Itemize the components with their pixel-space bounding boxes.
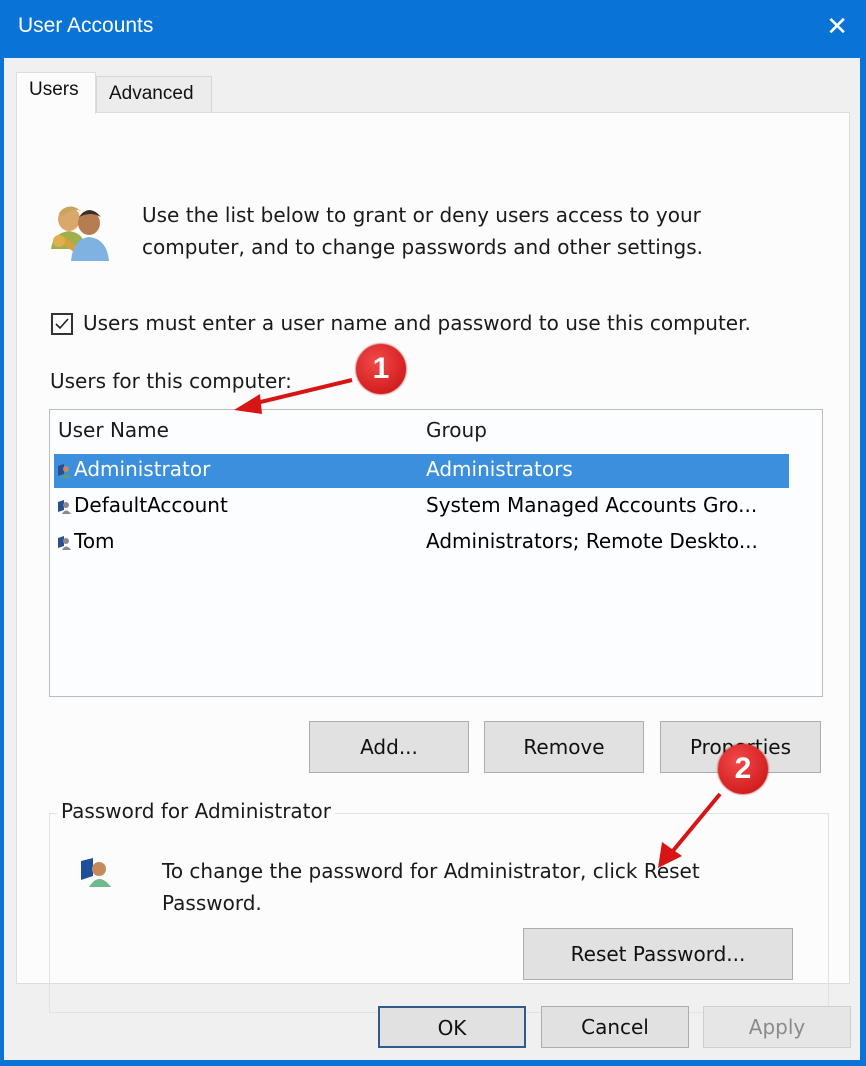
users-listview[interactable]: User Name Group Administrator Administra… xyxy=(49,409,823,697)
user-name: Tom xyxy=(74,529,115,553)
cancel-button[interactable]: Cancel xyxy=(541,1006,689,1048)
tab-advanced[interactable]: Advanced xyxy=(96,76,212,112)
title-bar[interactable]: User Accounts ✕ xyxy=(0,0,866,58)
user-accounts-window: User Accounts ✕ Users Advanced Use the l… xyxy=(0,0,866,1066)
users-key-icon xyxy=(51,206,109,261)
reset-password-button[interactable]: Reset Password... xyxy=(523,928,793,980)
dialog-client-area: Users Advanced Use the list below to gra… xyxy=(4,58,860,1060)
annotation-badge-2: 2 xyxy=(718,744,768,794)
table-row[interactable]: Administrator Administrators xyxy=(54,454,789,488)
user-name: Administrator xyxy=(74,457,211,481)
apply-button[interactable]: Apply xyxy=(703,1006,851,1048)
table-row[interactable]: Tom Administrators; Remote Deskto... xyxy=(54,526,789,560)
require-login-label[interactable]: Users must enter a user name and passwor… xyxy=(83,307,751,339)
users-tab-panel: Use the list below to grant or deny user… xyxy=(16,112,850,1013)
tab-users[interactable]: Users xyxy=(16,72,96,114)
user-name: DefaultAccount xyxy=(74,493,228,517)
require-login-checkbox[interactable] xyxy=(51,313,73,335)
password-group-title: Password for Administrator xyxy=(57,799,335,823)
annotation-badge-1: 1 xyxy=(356,344,406,394)
column-header-group[interactable]: Group xyxy=(426,418,487,442)
column-header-user-name[interactable]: User Name xyxy=(58,418,169,442)
checkmark-icon xyxy=(55,318,69,330)
user-password-icon xyxy=(81,858,111,887)
user-group: Administrators xyxy=(426,457,573,481)
window-title: User Accounts xyxy=(18,14,154,37)
user-icon xyxy=(58,536,71,550)
user-icon xyxy=(58,500,71,514)
password-instructions-line-2: Password. xyxy=(162,891,262,915)
ok-button[interactable]: OK xyxy=(378,1006,526,1048)
user-group: System Managed Accounts Gro... xyxy=(426,493,758,517)
add-user-button[interactable]: Add... xyxy=(309,721,469,773)
close-icon[interactable]: ✕ xyxy=(826,12,848,42)
table-row[interactable]: DefaultAccount System Managed Accounts G… xyxy=(54,490,789,524)
intro-line-1: Use the list below to grant or deny user… xyxy=(142,203,701,227)
user-icon xyxy=(58,464,71,478)
intro-line-2: computer, and to change passwords and ot… xyxy=(142,235,704,259)
user-group: Administrators; Remote Deskto... xyxy=(426,529,758,553)
users-list-label: Users for this computer: xyxy=(50,369,292,393)
password-instructions-line-1: To change the password for Administrator… xyxy=(162,859,700,883)
remove-user-button[interactable]: Remove xyxy=(484,721,644,773)
